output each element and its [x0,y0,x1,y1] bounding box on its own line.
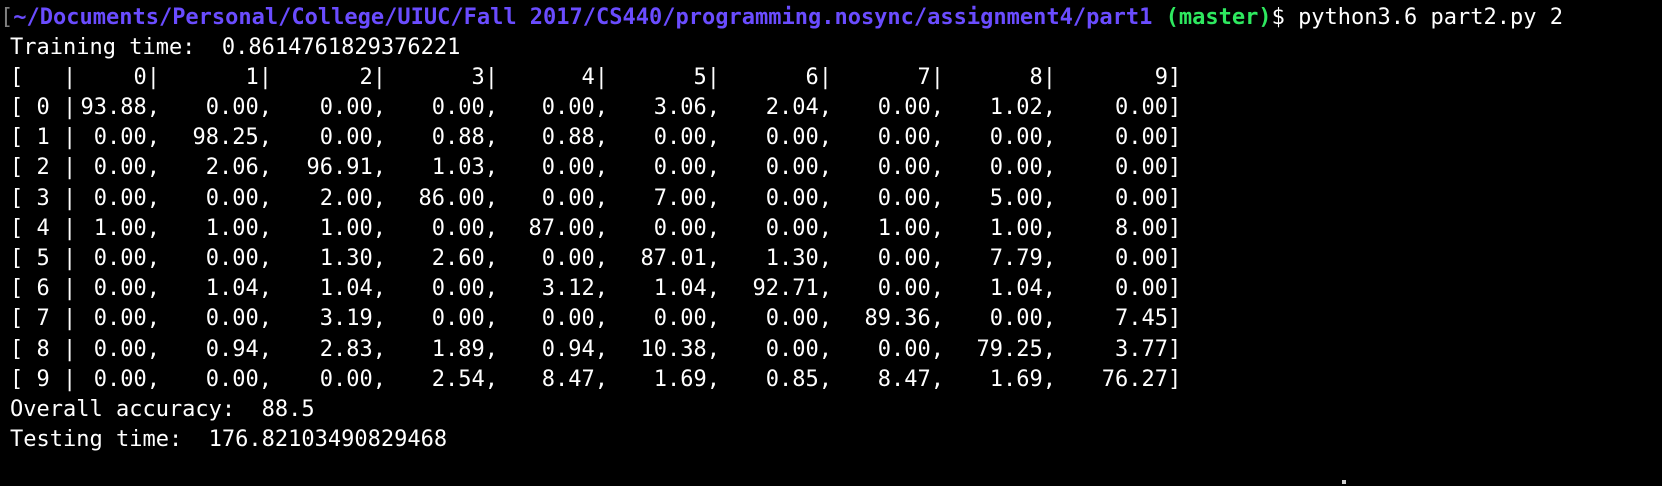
matrix-row: [ 2 | 0.00, 2.06, 96.91, 1.03, 0.00, 0.00, 0.00… [10,152,1210,184]
matrix-row: [ 8 | 0.00, 0.94, 2.83, 1.89, 0.94, 10.38, 0.00… [10,334,1210,366]
matrix-header-close-bracket: ] [1168,65,1182,90]
matrix-row-close-bracket: ] [1168,366,1182,392]
matrix-row: [ 5 | 0.00, 0.00, 1.30, 2.60, 0.00, 87.01, 1.30… [10,243,1210,275]
matrix-row: [ 3 | 0.00, 0.00, 2.00, 86.00, 0.00, 7.00, 0.00… [10,183,1210,215]
matrix-row: [ 4 | 1.00, 1.00, 1.00, 0.00, 87.00, 0.00, 0.00… [10,213,1210,245]
matrix-row: [ 1 | 0.00, 98.25, 0.00, 0.88, 0.88, 0.00, 0.00… [10,122,1210,154]
matrix-cell: 0.00 [1115,125,1168,151]
prompt-path: ~/Documents/Personal/College/UIUC/Fall 2… [13,5,1153,30]
matrix-cell: 0.00 [1115,95,1168,120]
matrix-row-close-bracket: ] [1168,306,1182,332]
matrix-cell: 0.00 [1115,185,1168,211]
matrix-cell: 0.00 [1115,246,1168,271]
matrix-row-close-bracket: ] [1168,185,1182,211]
matrix-cell: 0.00 [1115,155,1168,181]
matrix-cell: 0.00 [1115,276,1168,302]
matrix-header-row: [ | 0| 1| 2| 3| 4| 5| 6| 7| 8| 9] [10,62,1210,94]
matrix-row: [ 0 | 93.88, 0.00, 0.00, 0.00, 0.00, 3.06, 2.04… [10,92,1210,124]
matrix-row: [ 7 | 0.00, 0.00, 3.19, 0.00, 0.00, 0.00, 0.00,… [10,303,1210,335]
matrix-row-close-bracket: ] [1168,155,1182,181]
overall-accuracy-output: Overall accuracy: 88.5 [10,397,315,422]
matrix-row-close-bracket: ] [1168,246,1182,271]
matrix-row-close-bracket: ] [1168,125,1182,151]
prompt-command: python3.6 part2.py 2 [1298,5,1563,30]
matrix-cell: 3.77 [1115,336,1168,362]
matrix-row-close-bracket: ] [1168,95,1182,120]
testing-time-output: Testing time: 176.82103490829468 [10,427,448,452]
matrix-cell: 76.27 [1101,366,1168,392]
matrix-header-cell: 9 [1154,65,1168,90]
terminal-cursor [1342,480,1346,484]
matrix-cell: 7.45 [1115,306,1168,332]
terminal-window[interactable]: [~/Documents/Personal/College/UIUC/Fall … [0,0,1662,486]
matrix-row-close-bracket: ] [1168,276,1182,302]
matrix-row-close-bracket: ] [1168,336,1182,362]
prompt-symbol: $ [1271,5,1285,30]
prompt-git-branch: (master) [1165,5,1272,30]
matrix-row: [ 6 | 0.00, 1.04, 1.04, 0.00, 3.12, 1.04, 92.71… [10,273,1210,305]
prompt-open-bracket: [ [0,5,14,30]
matrix-row-close-bracket: ] [1168,215,1182,241]
prompt-line: [~/Documents/Personal/College/UIUC/Fall … [0,2,1563,34]
matrix-cell: 8.00 [1115,215,1168,241]
matrix-row: [ 9 | 0.00, 0.00, 0.00, 2.54, 8.47, 1.69, 0.85,… [10,364,1210,396]
training-time-output: Training time: 0.8614761829376221 [10,35,461,60]
